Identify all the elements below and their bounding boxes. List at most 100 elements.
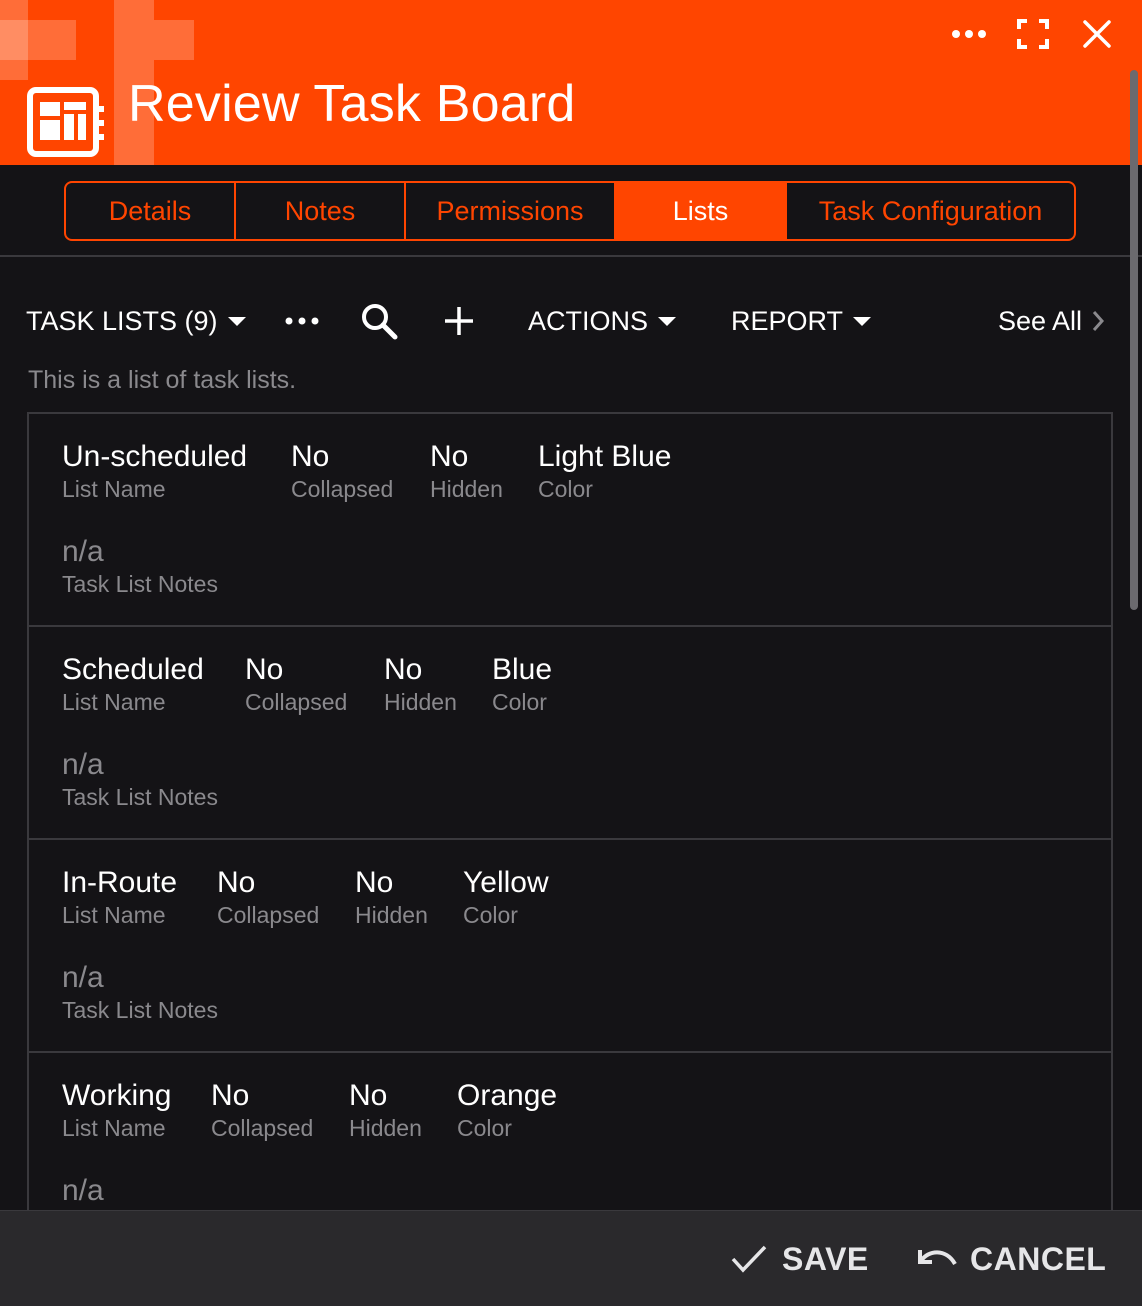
collapsed-value: No	[217, 866, 256, 899]
list-name-label: List Name	[62, 689, 166, 715]
window-title: Review Task Board	[128, 75, 576, 133]
save-label: SAVE	[782, 1240, 869, 1277]
hidden-field: No Hidden	[384, 653, 457, 717]
color-field: Light Blue Color	[538, 440, 671, 504]
tab-bar-area: Details Notes Permissions Lists Task Con…	[0, 165, 1142, 257]
collapsed-field: No Collapsed	[245, 653, 347, 717]
save-button[interactable]: SAVE	[730, 1229, 869, 1289]
notes-value: n/a	[62, 1174, 104, 1207]
undo-icon	[918, 1250, 957, 1266]
task-list-card[interactable]: Un-scheduled List Name No Collapsed No H…	[29, 414, 1111, 627]
see-all-label: See All	[998, 305, 1083, 336]
actions-label: ACTIONS	[528, 305, 649, 336]
color-field: Blue Color	[492, 653, 552, 717]
hidden-value: No	[384, 653, 423, 686]
hidden-label: Hidden	[430, 476, 503, 502]
task-list-card[interactable]: In-Route List Name No Collapsed No Hidde…	[29, 840, 1111, 1053]
color-field: Orange Color	[457, 1079, 557, 1143]
list-name-label: List Name	[62, 1115, 166, 1141]
color-field: Yellow Color	[463, 866, 549, 930]
task-list-card[interactable]: Scheduled List Name No Collapsed No Hidd…	[29, 627, 1111, 840]
collapsed-value: No	[211, 1079, 250, 1112]
list-name-value: Un-scheduled	[62, 440, 248, 473]
hidden-field: No Hidden	[349, 1079, 422, 1143]
caret-down-icon	[227, 316, 246, 326]
hidden-field: No Hidden	[355, 866, 428, 930]
collapsed-label: Collapsed	[211, 1115, 314, 1141]
collapsed-label: Collapsed	[245, 689, 348, 715]
more-options-button[interactable]	[945, 12, 993, 56]
tab-bar: Details Notes Permissions Lists Task Con…	[64, 181, 1076, 241]
add-button[interactable]	[443, 290, 475, 352]
cancel-button[interactable]: CANCEL	[916, 1229, 1106, 1289]
notes-label: Task List Notes	[62, 784, 218, 810]
notes-label: Task List Notes	[62, 571, 218, 597]
color-value: Orange	[457, 1079, 558, 1112]
header-decoration	[154, 20, 194, 60]
list-name-label: List Name	[62, 476, 166, 502]
more-icon	[952, 30, 986, 38]
list-name-field: Scheduled List Name	[62, 653, 204, 717]
list-description: This is a list of task lists.	[28, 366, 297, 394]
notes-value: n/a	[62, 535, 104, 568]
hidden-value: No	[430, 440, 469, 473]
list-name-label: List Name	[62, 902, 166, 928]
search-button[interactable]	[360, 290, 398, 352]
fullscreen-icon	[1017, 19, 1049, 49]
tab-notes[interactable]: Notes	[236, 183, 406, 239]
color-label: Color	[457, 1115, 512, 1141]
checkmark-icon	[731, 1245, 767, 1273]
hidden-label: Hidden	[349, 1115, 422, 1141]
notes-field: n/a Task List Notes	[62, 1174, 218, 1210]
color-label: Color	[538, 476, 593, 502]
hidden-label: Hidden	[355, 902, 428, 928]
chevron-right-icon	[1092, 311, 1105, 331]
board-icon	[26, 86, 106, 158]
hidden-value: No	[355, 866, 394, 899]
collapsed-field: No Collapsed	[217, 866, 319, 930]
search-icon	[362, 304, 398, 340]
color-value: Blue	[492, 653, 553, 686]
list-toolbar: TASK LISTS (9) ACTIONS REPORT See All	[0, 290, 1142, 352]
report-label: REPORT	[731, 305, 844, 336]
notes-field: n/a Task List Notes	[62, 748, 218, 812]
header-decoration	[0, 20, 76, 60]
color-value: Yellow	[463, 866, 549, 899]
tab-lists[interactable]: Lists	[616, 183, 787, 239]
tab-permissions[interactable]: Permissions	[406, 183, 616, 239]
close-icon	[1083, 20, 1111, 48]
list-name-value: Scheduled	[62, 653, 204, 686]
close-button[interactable]	[1073, 12, 1121, 56]
color-label: Color	[463, 902, 518, 928]
task-lists-dropdown[interactable]: TASK LISTS (9)	[26, 290, 246, 352]
window-header: Review Task Board	[0, 0, 1142, 165]
dialog-footer: SAVE CANCEL	[0, 1210, 1142, 1306]
plus-icon	[445, 307, 473, 335]
notes-value: n/a	[62, 748, 104, 781]
cancel-label: CANCEL	[970, 1240, 1107, 1277]
collapsed-value: No	[291, 440, 330, 473]
actions-dropdown[interactable]: ACTIONS	[528, 290, 677, 352]
scrollbar-thumb[interactable]	[1130, 70, 1138, 610]
report-dropdown[interactable]: REPORT	[731, 290, 872, 352]
list-name-field: Working List Name	[62, 1079, 171, 1143]
hidden-label: Hidden	[384, 689, 457, 715]
collapsed-field: No Collapsed	[211, 1079, 313, 1143]
collapsed-label: Collapsed	[217, 902, 320, 928]
see-all-link[interactable]: See All	[998, 290, 1106, 352]
fullscreen-button[interactable]	[1009, 12, 1057, 56]
collapsed-field: No Collapsed	[291, 440, 393, 504]
tab-details[interactable]: Details	[66, 183, 236, 239]
more-actions-button[interactable]	[284, 290, 320, 352]
caret-down-icon	[658, 316, 677, 326]
task-list-container: Un-scheduled List Name No Collapsed No H…	[27, 412, 1113, 1210]
collapsed-label: Collapsed	[291, 476, 394, 502]
notes-value: n/a	[62, 961, 104, 994]
hidden-value: No	[349, 1079, 388, 1112]
list-name-value: Working	[62, 1079, 172, 1112]
list-name-value: In-Route	[62, 866, 178, 899]
task-list-card[interactable]: Working List Name No Collapsed No Hidden…	[29, 1053, 1111, 1210]
list-name-field: Un-scheduled List Name	[62, 440, 247, 504]
tab-task-configuration[interactable]: Task Configuration	[787, 183, 1074, 239]
notes-label: Task List Notes	[62, 997, 218, 1023]
